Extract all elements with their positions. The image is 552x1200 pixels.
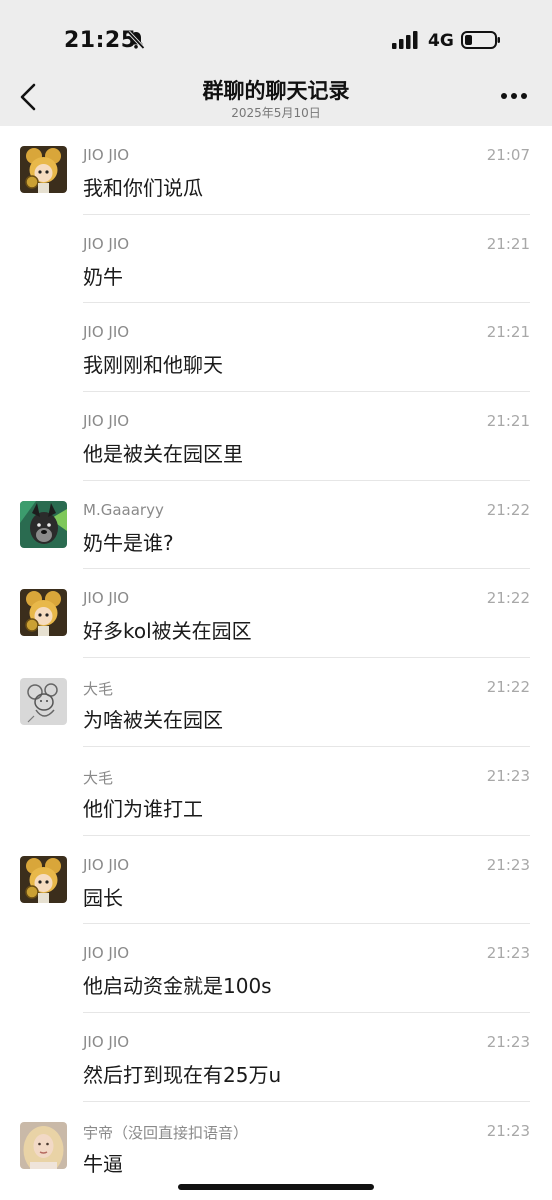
message-item[interactable]: JIO JIO 21:07 我和你们说瓜	[0, 126, 552, 215]
message-item[interactable]: JIO JIO 21:22 好多kol被关在园区	[0, 569, 552, 659]
sender-name: JIO JIO	[83, 589, 130, 608]
sender-name: JIO JIO	[83, 412, 130, 431]
sender-name: 大毛	[83, 680, 114, 699]
message-list: JIO JIO 21:07 我和你们说瓜 JIO JIO 21:21 奶牛 JI…	[0, 126, 552, 1190]
avatar-girl[interactable]	[20, 1121, 67, 1169]
message-text: 好多kol被关在园区	[83, 619, 252, 644]
home-indicator[interactable]	[178, 1184, 374, 1190]
message-text: 牛逼	[83, 1151, 123, 1176]
message-item[interactable]: JIO JIO 21:23 园长	[0, 836, 552, 925]
status-bar: 21:25 4G	[0, 22, 552, 62]
message-text: 为啥被关在园区	[83, 708, 223, 733]
sender-name: JIO JIO	[83, 234, 130, 253]
more-icon[interactable]	[500, 92, 528, 100]
avatar-jiojio[interactable]	[20, 146, 67, 193]
message-text: 他是被关在园区里	[83, 442, 243, 467]
message-item[interactable]: 大毛 21:22 为啥被关在园区	[0, 658, 552, 747]
message-item[interactable]: M.Gaaaryy 21:22 奶牛是谁?	[0, 481, 552, 570]
message-time: 21:23	[486, 855, 530, 874]
message-time: 21:23	[486, 766, 530, 785]
message-time: 21:23	[486, 1121, 530, 1140]
message-time: 21:21	[486, 323, 530, 342]
sender-name: 宇帝（没回直接扣语音）	[83, 1123, 249, 1142]
message-item[interactable]: 大毛 21:23 他们为谁打工	[0, 747, 552, 836]
message-text: 他启动资金就是100s	[83, 974, 272, 999]
message-time: 21:21	[486, 234, 530, 253]
message-item[interactable]: JIO JIO 21:21 他是被关在园区里	[0, 392, 552, 481]
message-text: 奶牛	[83, 264, 123, 289]
message-time: 21:21	[486, 412, 530, 431]
battery-icon	[461, 31, 500, 49]
message-item[interactable]: JIO JIO 21:23 然后打到现在有25万u	[0, 1013, 552, 1102]
mute-bell-icon	[127, 30, 145, 50]
sender-name: 大毛	[83, 768, 114, 787]
sender-name: JIO JIO	[83, 1032, 130, 1051]
message-text: 园长	[83, 885, 123, 910]
sender-name: JIO JIO	[83, 855, 130, 874]
message-text: 他们为谁打工	[83, 796, 203, 821]
message-item[interactable]: 宇帝（没回直接扣语音） 21:23 牛逼	[0, 1102, 552, 1191]
message-time: 21:23	[486, 1032, 530, 1051]
message-text: 然后打到现在有25万u	[83, 1062, 282, 1087]
avatar-dog[interactable]	[20, 500, 67, 548]
sender-name: JIO JIO	[83, 944, 130, 963]
sender-name: M.Gaaaryy	[83, 500, 164, 519]
message-text: 我刚刚和他聊天	[83, 353, 223, 378]
page-subtitle: 2025年5月10日	[231, 106, 321, 120]
message-time: 21:23	[486, 944, 530, 963]
message-item[interactable]: JIO JIO 21:23 他启动资金就是100s	[0, 924, 552, 1013]
message-text: 我和你们说瓜	[83, 176, 203, 200]
page-title: 群聊的聊天记录	[202, 79, 350, 103]
message-time: 21:22	[486, 678, 530, 697]
sender-name: JIO JIO	[83, 146, 130, 164]
message-item[interactable]: JIO JIO 21:21 奶牛	[0, 215, 552, 304]
message-text: 奶牛是谁?	[83, 530, 174, 555]
avatar-sketch[interactable]	[20, 678, 67, 726]
avatar-jiojio[interactable]	[20, 855, 67, 903]
nav-bar: 群聊的聊天记录 2025年5月10日	[0, 70, 552, 126]
message-time: 21:22	[486, 500, 530, 519]
avatar-jiojio[interactable]	[20, 589, 67, 637]
network-type: 4G	[428, 31, 454, 51]
sender-name: JIO JIO	[83, 323, 130, 342]
top-bar: 21:25 4G 群聊的聊天记录 2025年5月10日	[0, 0, 552, 126]
message-time: 21:07	[486, 146, 530, 164]
message-item[interactable]: JIO JIO 21:21 我刚刚和他聊天	[0, 303, 552, 393]
message-time: 21:22	[486, 589, 530, 608]
signal-icon	[392, 31, 418, 49]
